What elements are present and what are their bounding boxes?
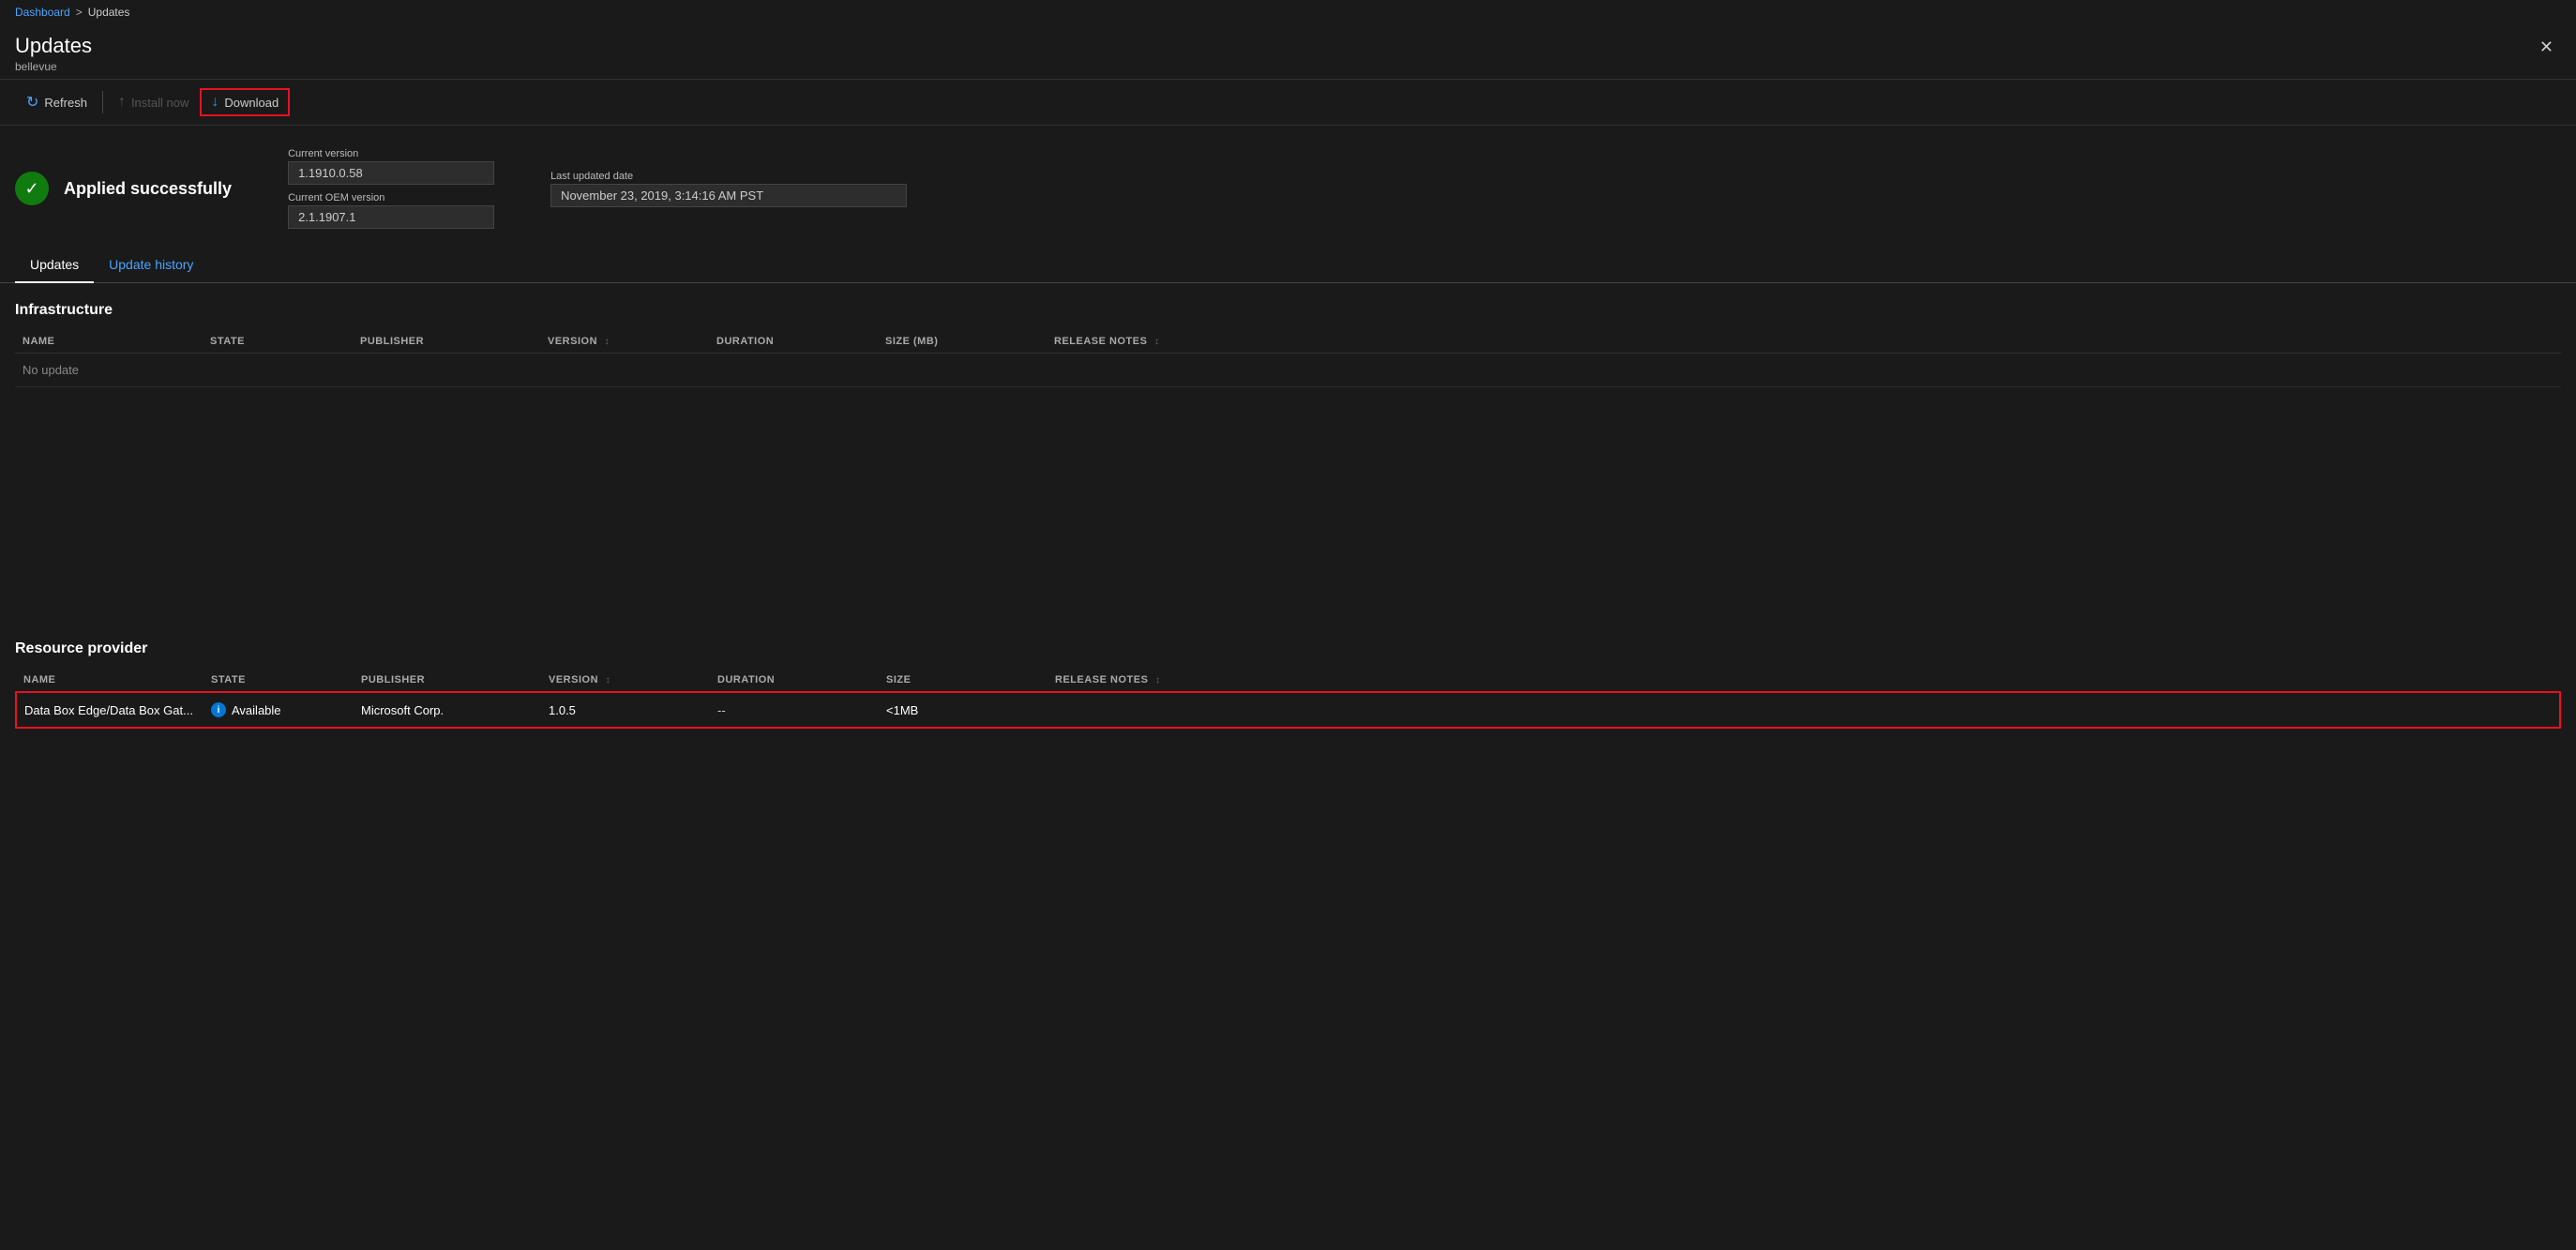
last-updated-group: Last updated date November 23, 2019, 3:1…	[550, 171, 907, 207]
rp-duration-cell: --	[710, 692, 879, 728]
version-fields: Current version 1.1910.0.58 Current OEM …	[288, 148, 494, 229]
resource-provider-table: NAME STATE PUBLISHER VERSION ↕ DURATION …	[15, 669, 2561, 729]
tab-update-history[interactable]: Update history	[94, 248, 208, 283]
breadcrumb: Dashboard > Updates	[0, 0, 2576, 24]
panel-header: Updates bellevue ✕	[0, 24, 2576, 80]
table-row[interactable]: Data Box Edge/Data Box Gat... i Availabl…	[16, 692, 2560, 728]
resource-provider-section: Resource provider NAME STATE PUBLISHER V…	[0, 622, 2576, 738]
rp-version-cell: 1.0.5	[541, 692, 710, 728]
col-name-rp[interactable]: NAME	[16, 669, 203, 692]
download-label: Download	[224, 96, 279, 110]
resource-provider-title: Resource provider	[15, 640, 2561, 657]
release-sort-icon: ↕	[1154, 337, 1160, 347]
breadcrumb-dashboard[interactable]: Dashboard	[15, 6, 70, 19]
col-publisher-rp[interactable]: PUBLISHER	[354, 669, 541, 692]
current-version-group: Current version 1.1910.0.58	[288, 148, 494, 185]
infrastructure-title: Infrastructure	[15, 302, 2561, 319]
current-version-value: 1.1910.0.58	[288, 161, 494, 185]
available-icon: i	[211, 702, 226, 717]
tabs-bar: Updates Update history	[0, 248, 2576, 283]
col-publisher-infra[interactable]: PUBLISHER	[353, 330, 540, 354]
install-icon: ↑	[118, 94, 126, 111]
col-state-rp[interactable]: STATE	[203, 669, 354, 692]
status-text: Applied successfully	[64, 179, 232, 199]
last-updated-value: November 23, 2019, 3:14:16 AM PST	[550, 184, 907, 207]
install-now-label: Install now	[131, 96, 188, 110]
infrastructure-section: Infrastructure NAME STATE PUBLISHER VERS…	[0, 283, 2576, 397]
available-badge: i Available	[211, 702, 346, 717]
version-sort-icon: ↕	[605, 337, 610, 347]
col-version-rp[interactable]: VERSION ↕	[541, 669, 710, 692]
col-state-infra[interactable]: STATE	[203, 330, 353, 354]
install-now-button[interactable]: ↑ Install now	[107, 88, 200, 116]
status-icon: ✓	[15, 172, 49, 205]
col-duration-infra[interactable]: DURATION	[709, 330, 878, 354]
current-oem-version-label: Current OEM version	[288, 192, 494, 203]
col-release-notes-infra[interactable]: RELEASE NOTES ↕	[1047, 330, 2561, 354]
breadcrumb-current: Updates	[88, 6, 130, 19]
page-title: Updates	[15, 34, 92, 58]
resource-provider-table-header: NAME STATE PUBLISHER VERSION ↕ DURATION …	[16, 669, 2560, 692]
table-row: No update	[15, 354, 2561, 387]
check-icon: ✓	[24, 179, 38, 199]
rp-version-sort-icon: ↕	[606, 675, 611, 685]
status-section: ✓ Applied successfully Current version 1…	[0, 126, 2576, 248]
refresh-button[interactable]: ↻ Refresh	[15, 87, 98, 117]
refresh-label: Refresh	[44, 96, 87, 110]
rp-name-cell: Data Box Edge/Data Box Gat...	[16, 692, 203, 728]
col-name-infra[interactable]: NAME	[15, 330, 203, 354]
col-duration-rp[interactable]: DURATION	[710, 669, 879, 692]
col-size-rp[interactable]: SIZE	[879, 669, 1047, 692]
tab-updates[interactable]: Updates	[15, 248, 94, 283]
col-version-infra[interactable]: VERSION ↕	[540, 330, 709, 354]
status-indicator: ✓ Applied successfully	[15, 172, 232, 205]
rp-release-notes-cell	[1047, 692, 2560, 728]
last-updated-label: Last updated date	[550, 171, 907, 182]
infrastructure-table-header: NAME STATE PUBLISHER VERSION ↕ DURATION …	[15, 330, 2561, 354]
current-version-label: Current version	[288, 148, 494, 159]
available-text: Available	[232, 703, 281, 717]
download-icon: ↓	[211, 94, 218, 111]
infrastructure-table: NAME STATE PUBLISHER VERSION ↕ DURATION …	[15, 330, 2561, 387]
current-oem-version-group: Current OEM version 2.1.1907.1	[288, 192, 494, 229]
toolbar-divider-1	[102, 91, 103, 113]
refresh-icon: ↻	[26, 93, 38, 112]
close-button[interactable]: ✕	[2532, 34, 2561, 61]
col-release-notes-rp[interactable]: RELEASE NOTES ↕	[1047, 669, 2560, 692]
infra-no-update-cell: No update	[15, 354, 203, 387]
download-button[interactable]: ↓ Download	[200, 88, 290, 116]
empty-space	[0, 397, 2576, 622]
rp-release-sort-icon: ↕	[1155, 675, 1161, 685]
col-size-infra[interactable]: SIZE (MB)	[878, 330, 1047, 354]
panel-title-group: Updates bellevue	[15, 34, 92, 73]
rp-state-cell: i Available	[203, 692, 354, 728]
toolbar: ↻ Refresh ↑ Install now ↓ Download	[0, 80, 2576, 126]
current-oem-version-value: 2.1.1907.1	[288, 205, 494, 229]
breadcrumb-separator: >	[76, 6, 83, 19]
rp-publisher-cell: Microsoft Corp.	[354, 692, 541, 728]
page-subtitle: bellevue	[15, 60, 92, 73]
rp-size-cell: <1MB	[879, 692, 1047, 728]
